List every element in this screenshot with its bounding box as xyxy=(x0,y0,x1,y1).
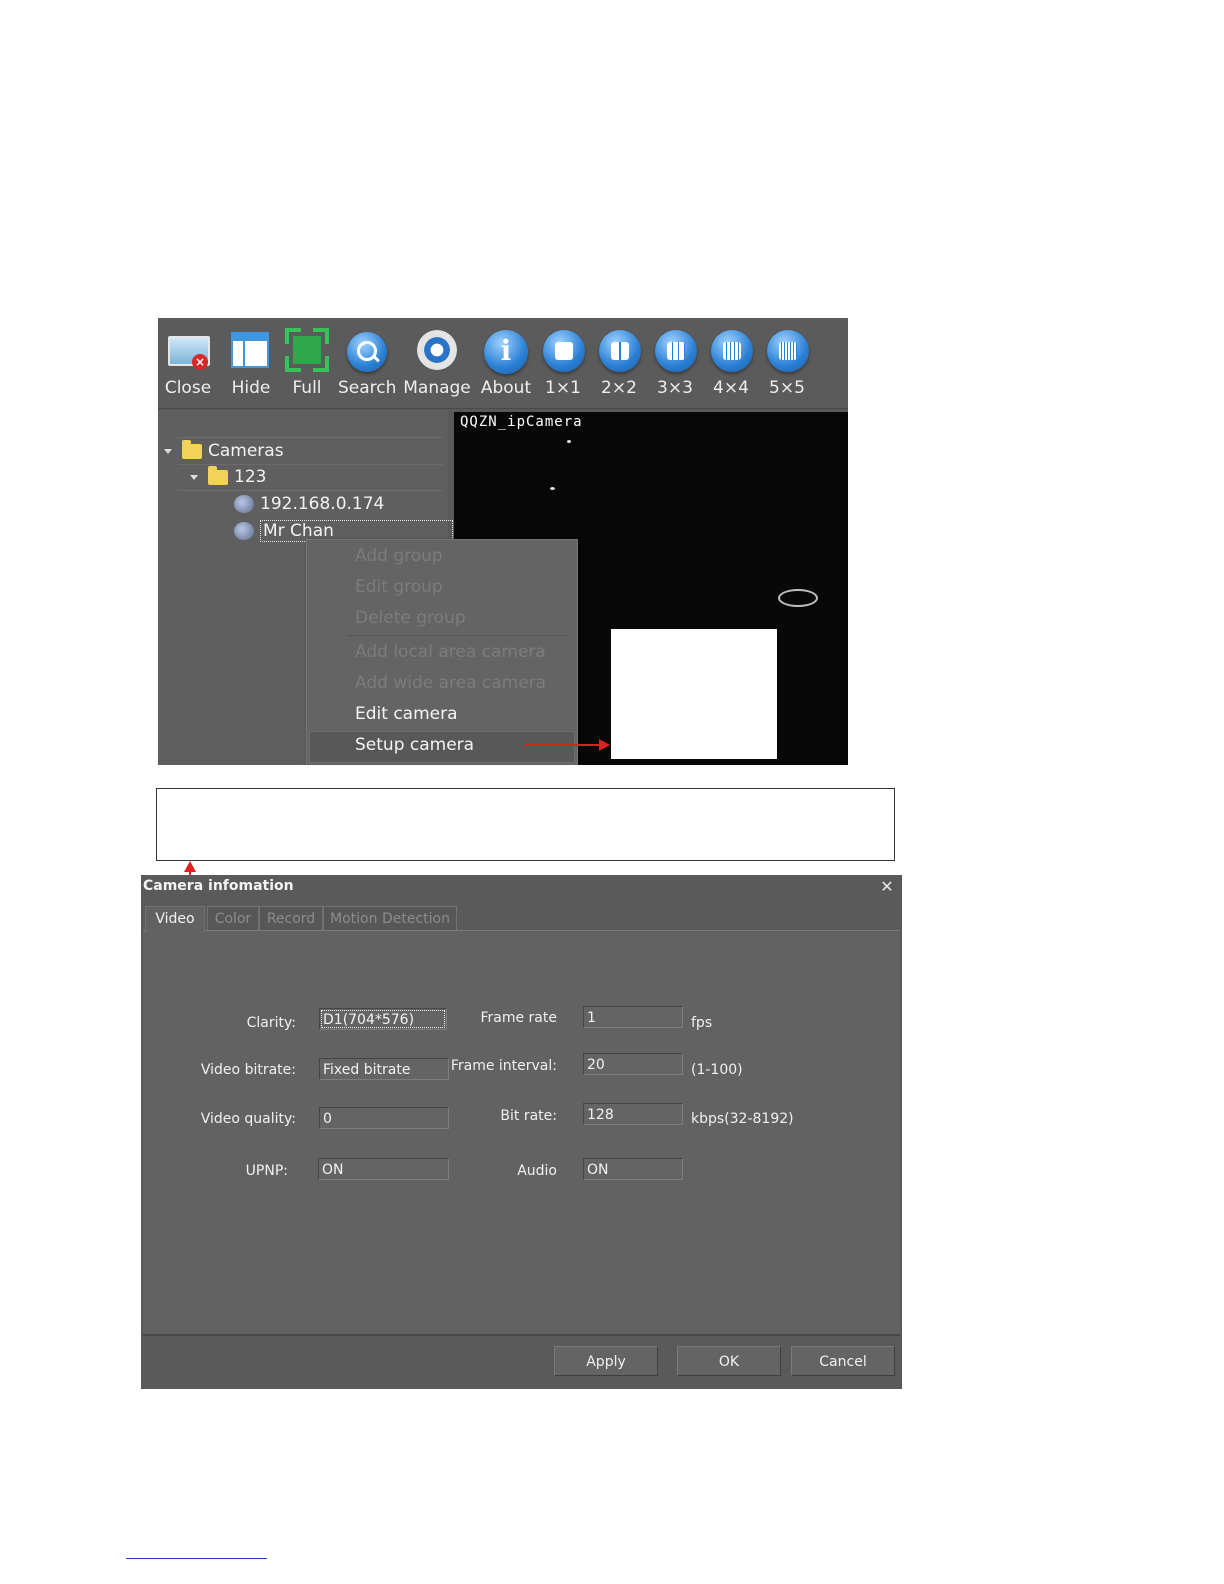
menu-item-delete-group[interactable]: Delete group xyxy=(355,608,466,628)
annotation-arrow-line xyxy=(525,744,601,746)
bit-rate-unit: kbps(32-8192) xyxy=(691,1111,794,1127)
video-noise xyxy=(567,440,571,443)
upnp-label: UPNP: xyxy=(245,1163,288,1179)
layout-1x1-icon xyxy=(543,330,585,372)
upnp-select[interactable]: ON xyxy=(318,1158,449,1180)
layout-3x3-icon xyxy=(655,330,697,372)
audio-label: Audio xyxy=(517,1163,557,1179)
camera-client-window: × Close Hide Full Search Manage i About … xyxy=(158,318,848,765)
layout-3x3-button[interactable]: 3×3 xyxy=(650,324,700,406)
ok-button[interactable]: OK xyxy=(677,1346,781,1376)
chevron-down-icon[interactable] xyxy=(164,448,172,454)
frame-interval-range: (1-100) xyxy=(691,1062,743,1078)
video-noise xyxy=(550,487,555,490)
info-icon: i xyxy=(484,330,528,374)
apply-button[interactable]: Apply xyxy=(554,1346,658,1376)
menu-item-setup-camera[interactable]: Setup camera xyxy=(355,735,474,755)
layout-2x2-button[interactable]: 2×2 xyxy=(594,324,644,406)
chevron-down-icon[interactable] xyxy=(190,474,198,480)
video-bitrate-label: Video bitrate: xyxy=(200,1062,296,1078)
layout-3x3-label: 3×3 xyxy=(657,378,693,398)
camera-information-dialog: Camera infomation ✕ Color Record Motion … xyxy=(141,875,902,1389)
clarity-select[interactable]: D1(704*576) xyxy=(319,1008,447,1030)
tab-record[interactable]: Record xyxy=(259,906,323,931)
dialog-title: Camera infomation xyxy=(143,878,294,894)
layout-5x5-icon xyxy=(767,330,809,372)
hide-button[interactable]: Hide xyxy=(226,324,276,406)
menu-item-add-group[interactable]: Add group xyxy=(355,546,443,566)
bit-rate-input[interactable]: 128 xyxy=(583,1103,683,1125)
hide-button-label: Hide xyxy=(231,378,271,398)
full-button[interactable]: Full xyxy=(282,324,332,406)
camera-icon xyxy=(234,522,254,540)
fullscreen-arrows-icon xyxy=(285,328,329,372)
manage-button-label: Manage xyxy=(403,378,471,398)
frame-interval-input[interactable]: 20 xyxy=(583,1053,683,1075)
layout-1x1-label: 1×1 xyxy=(545,378,581,398)
tree-node-label: 192.168.0.174 xyxy=(260,494,385,514)
audio-select[interactable]: ON xyxy=(583,1158,683,1180)
search-button[interactable]: Search xyxy=(338,324,396,406)
layout-2x2-icon xyxy=(599,330,641,372)
video-overlay-text: QQZN_ipCamera xyxy=(460,414,583,430)
footer-link-underline[interactable] xyxy=(126,1558,267,1559)
layout-1x1-button[interactable]: 1×1 xyxy=(538,324,588,406)
menu-item-edit-camera[interactable]: Edit camera xyxy=(355,704,458,724)
layout-4x4-icon xyxy=(711,330,753,372)
menu-item-add-local-camera[interactable]: Add local area camera xyxy=(355,642,546,662)
bit-rate-label: Bit rate: xyxy=(500,1108,557,1124)
layout-4x4-label: 4×4 xyxy=(713,378,749,398)
tree-node-cameras[interactable]: Cameras xyxy=(164,438,284,464)
video-light-reflection xyxy=(778,589,818,607)
video-bitrate-select[interactable]: Fixed bitrate xyxy=(319,1058,449,1080)
monitor-close-icon: × xyxy=(166,328,210,372)
cancel-button[interactable]: Cancel xyxy=(791,1346,895,1376)
main-toolbar: × Close Hide Full Search Manage i About … xyxy=(158,318,848,409)
close-button-label: Close xyxy=(164,378,212,398)
tree-node-label: Cameras xyxy=(208,441,284,461)
menu-item-add-wide-camera[interactable]: Add wide area camera xyxy=(355,673,546,693)
close-button[interactable]: × Close xyxy=(162,324,214,406)
tab-motion-detection[interactable]: Motion Detection xyxy=(323,906,457,931)
menu-item-edit-group[interactable]: Edit group xyxy=(355,577,443,597)
tree-node-camera[interactable]: 192.168.0.174 xyxy=(234,491,384,517)
folder-icon xyxy=(182,439,202,459)
clarity-label: Clarity: xyxy=(246,1015,296,1031)
tab-color[interactable]: Color xyxy=(207,906,259,931)
video-quality-label: Video quality: xyxy=(200,1111,296,1127)
frame-rate-input[interactable]: 1 xyxy=(583,1006,683,1028)
video-quality-input[interactable]: 0 xyxy=(319,1107,449,1129)
layout-5x5-label: 5×5 xyxy=(769,378,805,398)
menu-separator xyxy=(347,635,567,636)
tab-video[interactable]: Video xyxy=(145,906,205,933)
frame-rate-label: Frame rate xyxy=(480,1010,557,1026)
frame-interval-label: Frame interval: xyxy=(450,1058,557,1074)
tree-node-group[interactable]: 123 xyxy=(190,464,266,490)
camera-icon xyxy=(234,495,254,513)
layout-4x4-button[interactable]: 4×4 xyxy=(706,324,756,406)
dialog-body: Clarity: D1(704*576) Video bitrate: Fixe… xyxy=(143,930,900,1336)
frame-rate-unit: fps xyxy=(691,1015,713,1031)
search-icon xyxy=(347,332,387,372)
caption-box xyxy=(156,788,895,861)
redacted-area xyxy=(611,629,777,759)
manage-button[interactable]: Manage xyxy=(402,324,472,406)
tree-node-label: 123 xyxy=(234,467,267,487)
annotation-arrow-head xyxy=(599,739,610,751)
search-button-label: Search xyxy=(338,378,397,398)
about-button-label: About xyxy=(480,378,532,398)
layout-2x2-label: 2×2 xyxy=(601,378,637,398)
full-button-label: Full xyxy=(292,378,322,398)
context-menu: Add group Edit group Delete group Add lo… xyxy=(306,539,578,765)
folder-icon xyxy=(208,465,228,485)
about-button[interactable]: i About xyxy=(478,324,534,406)
close-icon[interactable]: ✕ xyxy=(877,877,897,897)
gear-icon xyxy=(415,328,459,372)
layout-5x5-button[interactable]: 5×5 xyxy=(762,324,812,406)
window-icon xyxy=(229,328,273,372)
annotation-arrow-head xyxy=(184,861,196,872)
